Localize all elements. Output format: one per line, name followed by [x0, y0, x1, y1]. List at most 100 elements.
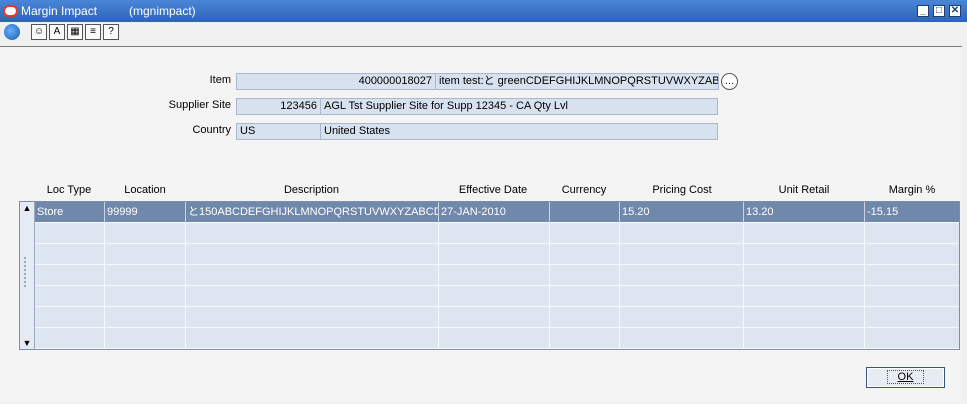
empty-cell[interactable] — [105, 328, 186, 349]
col-header-unit-retail[interactable]: Unit Retail — [744, 184, 864, 196]
empty-cell[interactable] — [620, 223, 744, 244]
empty-cell[interactable] — [186, 223, 439, 244]
supplier-site-label: Supplier Site — [168, 99, 231, 111]
empty-cell[interactable] — [35, 244, 105, 265]
empty-row[interactable] — [35, 244, 959, 265]
empty-cell[interactable] — [186, 265, 439, 286]
calculator-icon[interactable]: ▦ — [67, 24, 83, 40]
empty-cell[interactable] — [105, 223, 186, 244]
cell-location[interactable]: 99999 — [105, 202, 186, 223]
empty-cell[interactable] — [550, 286, 620, 307]
empty-cell[interactable] — [865, 223, 959, 244]
empty-cell[interactable] — [620, 265, 744, 286]
empty-cell[interactable] — [620, 307, 744, 328]
empty-cell[interactable] — [186, 307, 439, 328]
close-button[interactable]: ✕ — [949, 5, 961, 17]
item-description-field[interactable]: item test:と greenCDEFGHIJKLMNOPQRSTUVWXY… — [435, 73, 719, 90]
scroll-down-icon[interactable]: ▼ — [22, 338, 32, 348]
col-header-margin-pct[interactable]: Margin % — [865, 184, 959, 196]
empty-cell[interactable] — [550, 265, 620, 286]
empty-cell[interactable] — [744, 223, 865, 244]
empty-row[interactable] — [35, 223, 959, 244]
empty-cell[interactable] — [550, 244, 620, 265]
empty-cell[interactable] — [865, 328, 959, 349]
col-header-location[interactable]: Location — [105, 184, 185, 196]
empty-cell[interactable] — [105, 286, 186, 307]
empty-cell[interactable] — [744, 328, 865, 349]
scroll-up-icon[interactable]: ▲ — [22, 203, 32, 213]
supplier-site-id-field[interactable]: 123456 — [236, 98, 321, 115]
question-help-icon[interactable]: ? — [103, 24, 119, 40]
empty-cell[interactable] — [620, 328, 744, 349]
empty-row[interactable] — [35, 328, 959, 349]
cell-pricing-cost[interactable]: 15.20 — [620, 202, 744, 223]
col-header-effective-date[interactable]: Effective Date — [438, 184, 548, 196]
cell-unit-retail[interactable]: 13.20 — [744, 202, 865, 223]
country-description-field[interactable]: United States — [320, 123, 718, 140]
empty-cell[interactable] — [865, 265, 959, 286]
aa-text-icon[interactable]: A — [49, 24, 65, 40]
empty-cell[interactable] — [35, 286, 105, 307]
window-code: (mgnimpact) — [129, 4, 196, 18]
empty-cell[interactable] — [744, 265, 865, 286]
empty-cell[interactable] — [105, 244, 186, 265]
minimize-button[interactable]: _ — [917, 5, 929, 17]
empty-cell[interactable] — [439, 223, 550, 244]
empty-cell[interactable] — [865, 286, 959, 307]
country-code-field[interactable]: US — [236, 123, 321, 140]
ok-button-label: OK — [886, 370, 925, 384]
col-header-description[interactable]: Description — [186, 184, 437, 196]
empty-cell[interactable] — [186, 244, 439, 265]
toolbar: ☺ A ▦ ≡ ? — [0, 22, 967, 43]
empty-cell[interactable] — [35, 223, 105, 244]
smiley-help-icon[interactable]: ☺ — [31, 24, 47, 40]
empty-cell[interactable] — [105, 265, 186, 286]
cell-effective-date[interactable]: 27-JAN-2010 — [439, 202, 550, 223]
empty-cell[interactable] — [35, 328, 105, 349]
empty-row[interactable] — [35, 307, 959, 328]
empty-cell[interactable] — [35, 265, 105, 286]
empty-cell[interactable] — [105, 307, 186, 328]
empty-row[interactable] — [35, 286, 959, 307]
empty-row[interactable] — [35, 265, 959, 286]
empty-cell[interactable] — [439, 328, 550, 349]
empty-cell[interactable] — [865, 307, 959, 328]
ok-button[interactable]: OK — [866, 367, 945, 388]
comment-icon[interactable]: … — [721, 73, 738, 90]
empty-cell[interactable] — [186, 328, 439, 349]
empty-cell[interactable] — [550, 223, 620, 244]
empty-cell[interactable] — [620, 286, 744, 307]
scroll-grip[interactable] — [24, 257, 30, 287]
col-header-currency[interactable]: Currency — [549, 184, 619, 196]
empty-cell[interactable] — [744, 244, 865, 265]
table-row[interactable]: Store 99999 と150ABCDEFGHIJKLMNOPQRSTUVWX… — [35, 202, 959, 223]
window-title: Margin Impact — [21, 4, 98, 18]
cell-margin-pct[interactable]: -15.15 — [865, 202, 959, 223]
cell-loc-type[interactable]: Store — [35, 202, 105, 223]
empty-cell[interactable] — [439, 307, 550, 328]
cell-currency[interactable] — [550, 202, 620, 223]
empty-cell[interactable] — [550, 328, 620, 349]
globe-icon[interactable] — [4, 24, 20, 40]
empty-cell[interactable] — [439, 265, 550, 286]
vertical-scrollbar[interactable]: ▲ ▼ — [20, 202, 35, 349]
country-label: Country — [192, 124, 231, 136]
item-id-field[interactable]: 400000018027 — [236, 73, 436, 90]
maximize-button[interactable]: □ — [933, 5, 945, 17]
col-header-loc-type[interactable]: Loc Type — [34, 184, 104, 196]
empty-cell[interactable] — [439, 244, 550, 265]
empty-cell[interactable] — [186, 286, 439, 307]
col-header-pricing-cost[interactable]: Pricing Cost — [620, 184, 744, 196]
title-bar: Margin Impact (mgnimpact) _ □ ✕ — [0, 0, 967, 22]
empty-cell[interactable] — [439, 286, 550, 307]
item-label: Item — [209, 74, 231, 86]
supplier-site-description-field[interactable]: AGL Tst Supplier Site for Supp 12345 - C… — [320, 98, 718, 115]
empty-cell[interactable] — [865, 244, 959, 265]
empty-cell[interactable] — [744, 286, 865, 307]
empty-cell[interactable] — [35, 307, 105, 328]
cell-description[interactable]: と150ABCDEFGHIJKLMNOPQRSTUVWXYZABCDEF — [186, 202, 439, 223]
empty-cell[interactable] — [620, 244, 744, 265]
notepad-icon[interactable]: ≡ — [85, 24, 101, 40]
empty-cell[interactable] — [744, 307, 865, 328]
empty-cell[interactable] — [550, 307, 620, 328]
